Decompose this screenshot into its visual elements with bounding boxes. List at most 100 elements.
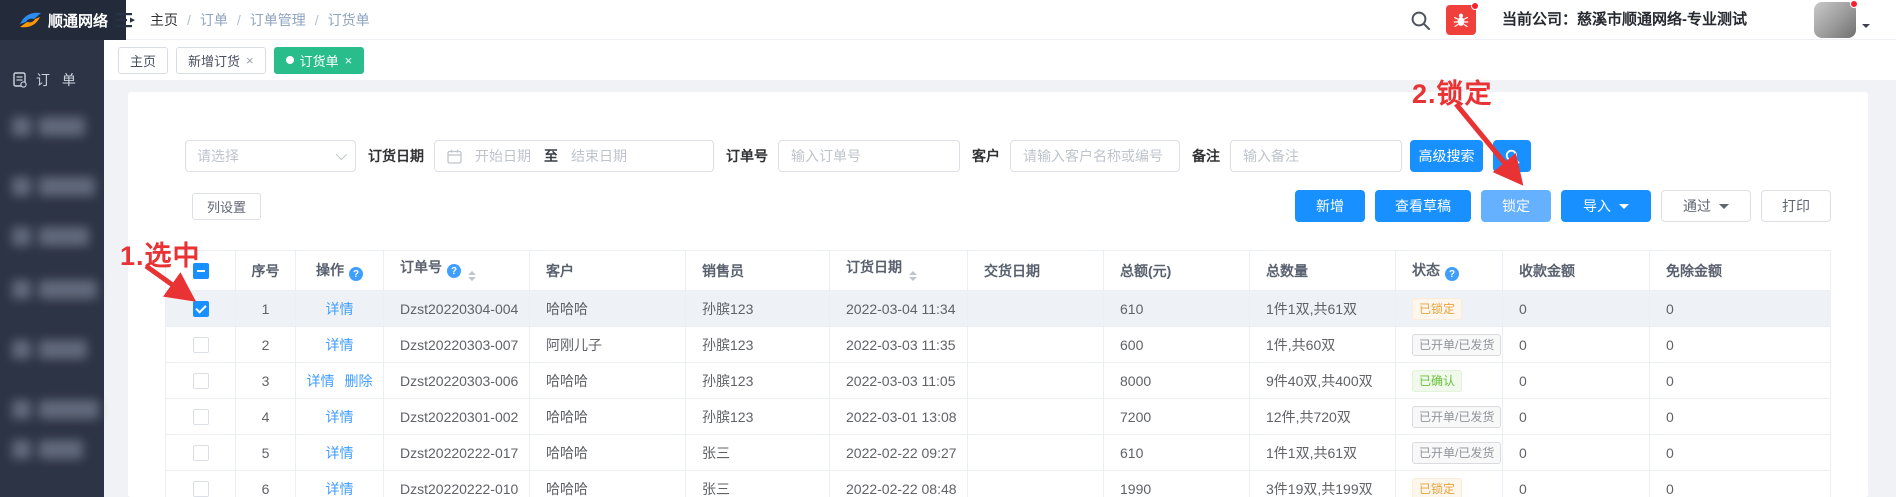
sidebar-blurred-item <box>12 400 99 419</box>
row-checkbox[interactable] <box>192 408 209 425</box>
cell-ops: 详情 <box>295 434 384 471</box>
cell-qty: 1件1双,共61双 <box>1249 434 1396 471</box>
view-draft-button[interactable]: 查看草稿 <box>1375 190 1471 222</box>
cell-num: 1 <box>235 290 296 327</box>
cell-num: 3 <box>235 362 296 399</box>
status-badge: 已开单/已发货 <box>1412 441 1502 464</box>
lock-button[interactable]: 锁定 <box>1481 190 1551 222</box>
cell-order-date: 2022-03-03 11:35 <box>829 326 968 363</box>
cell-delivery-date <box>967 398 1104 435</box>
row-checkbox[interactable] <box>192 372 209 389</box>
help-icon[interactable]: ? <box>447 264 461 278</box>
filter-select[interactable]: 请选择 <box>185 140 356 172</box>
breadcrumb-item[interactable]: 订货单 <box>328 10 370 30</box>
tab-home[interactable]: 主页 <box>118 46 169 74</box>
cell-delivery-date <box>967 326 1104 363</box>
row-checkbox[interactable] <box>192 336 209 353</box>
row-action-link[interactable]: 详情 <box>326 301 354 317</box>
add-button[interactable]: 新增 <box>1295 190 1365 222</box>
column-header-label: 订货日期 <box>846 258 902 275</box>
help-icon[interactable]: ? <box>1445 267 1459 282</box>
cell-salesman: 孙膑123 <box>685 398 830 435</box>
tab-label: 主页 <box>130 53 157 69</box>
column-header-label: 免除金额 <box>1666 262 1722 279</box>
customer-input[interactable] <box>1010 140 1180 172</box>
row-checkbox-cell <box>165 290 236 327</box>
breadcrumb-separator: / <box>314 12 319 28</box>
column-header-label: 销售员 <box>702 262 744 279</box>
cell-exempt: 0 <box>1649 362 1831 399</box>
row-action-link[interactable]: 删除 <box>345 373 373 389</box>
avatar-notification-dot <box>1850 0 1858 8</box>
sidebar-collapse-icon[interactable] <box>116 11 136 29</box>
approve-label: 通过 <box>1683 198 1711 214</box>
cell-delivery-date <box>967 434 1104 471</box>
start-date-placeholder: 开始日期 <box>475 148 531 164</box>
cell-customer: 哈哈哈 <box>529 290 686 327</box>
breadcrumb-item[interactable]: 订单管理 <box>250 10 306 30</box>
sort-carets-icon[interactable] <box>909 267 917 285</box>
breadcrumb-item[interactable]: 主页 <box>150 10 178 30</box>
table-row: 6 详情 Dzst20220222-010 哈哈哈 张三 2022-02-22 08:48… <box>165 470 1831 497</box>
tab-new-order[interactable]: 新增订货 × <box>176 46 266 74</box>
row-checkbox[interactable] <box>192 444 209 461</box>
row-action-link[interactable]: 详情 <box>326 409 354 425</box>
column-header-label: 总额(元) <box>1120 262 1172 279</box>
table-row: 5 详情 Dzst20220222-017 哈哈哈 张三 2022-02-22 09:27… <box>165 434 1831 471</box>
sort-carets-icon[interactable] <box>468 267 476 285</box>
column-header-label: 订单号 <box>400 258 442 275</box>
column-header-label: 交货日期 <box>984 262 1040 279</box>
cell-status: 已开单/已发货 <box>1395 398 1503 435</box>
tab-order-list[interactable]: 订货单 × <box>273 46 365 74</box>
cell-total: 7200 <box>1103 398 1250 435</box>
advanced-search-button[interactable]: 高级搜索 <box>1410 140 1483 172</box>
logo-icon <box>19 12 41 28</box>
row-action-link[interactable]: 详情 <box>326 481 354 497</box>
table-row: 1 详情 Dzst20220304-004 哈哈哈 孙膑123 2022-03-04 11… <box>165 290 1831 327</box>
filter-row: 请选择 订货日期 开始日期 至 结束日期 订单号 客户 备注 高级 <box>185 140 1531 172</box>
cell-order-date: 2022-03-03 11:05 <box>829 362 968 399</box>
cell-order-date: 2022-03-01 13:08 <box>829 398 968 435</box>
cell-order-no: Dzst20220304-004 <box>383 290 530 327</box>
date-range-input[interactable]: 开始日期 至 结束日期 <box>434 140 714 172</box>
avatar[interactable] <box>1814 0 1858 38</box>
tab-label: 订货单 <box>299 53 339 69</box>
notification-dot <box>1471 2 1479 10</box>
column-header-label: 状态 <box>1412 261 1440 278</box>
breadcrumb-item[interactable]: 订单 <box>200 10 228 30</box>
debug-bug-button[interactable] <box>1446 2 1479 35</box>
column-settings-button[interactable]: 列设置 <box>192 193 262 220</box>
chevron-down-icon <box>1619 204 1629 214</box>
column-header-label: 客户 <box>546 262 574 279</box>
chevron-down-icon[interactable] <box>1862 24 1870 32</box>
cell-salesman: 孙膑123 <box>685 290 830 327</box>
print-button[interactable]: 打印 <box>1761 190 1831 222</box>
row-action-link[interactable]: 详情 <box>326 445 354 461</box>
row-checkbox[interactable] <box>192 300 209 317</box>
cell-ops: 详情 <box>295 398 384 435</box>
row-action-link[interactable]: 详情 <box>326 337 354 353</box>
content-area: 请选择 订货日期 开始日期 至 结束日期 订单号 客户 备注 高级 <box>104 80 1896 497</box>
import-button[interactable]: 导入 <box>1561 190 1651 222</box>
breadcrumb: 主页 / 订单 / 订单管理 / 订货单 <box>150 0 370 40</box>
row-action-link[interactable]: 详情 <box>307 373 335 389</box>
approve-button[interactable]: 通过 <box>1661 190 1751 222</box>
tab-label: 新增订货 <box>188 53 241 69</box>
column-header-label: 收款金额 <box>1519 262 1575 279</box>
sidebar-blurred-item <box>12 177 95 196</box>
row-checkbox-cell <box>165 398 236 435</box>
sidebar-item-orders[interactable]: 订 单 <box>0 40 104 90</box>
cell-salesman: 孙膑123 <box>685 362 830 399</box>
search-button[interactable] <box>1493 140 1531 172</box>
order-no-input[interactable] <box>778 140 960 172</box>
status-badge: 已锁定 <box>1412 297 1463 320</box>
close-icon[interactable]: × <box>345 53 353 68</box>
close-icon[interactable]: × <box>246 53 254 68</box>
row-checkbox[interactable] <box>192 480 209 497</box>
remark-input[interactable] <box>1230 140 1402 172</box>
cell-num: 4 <box>235 398 296 435</box>
help-icon[interactable]: ? <box>349 267 363 282</box>
cell-received: 0 <box>1502 434 1650 471</box>
search-icon[interactable] <box>1410 10 1431 31</box>
cell-total: 600 <box>1103 326 1250 363</box>
